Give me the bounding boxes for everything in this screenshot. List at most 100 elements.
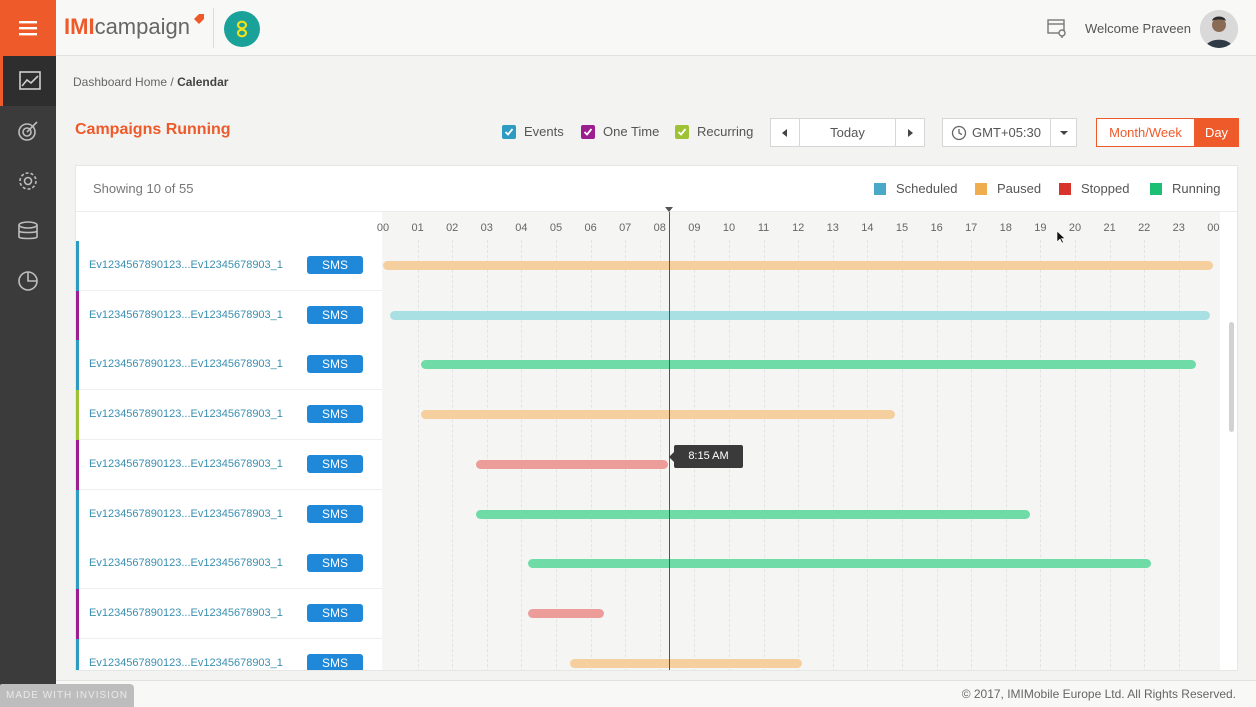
hour-label: 00: [376, 222, 390, 234]
view-toggle: Month/Week Day: [1096, 118, 1239, 147]
hour-label: 11: [757, 222, 770, 234]
notifications-icon[interactable]: [1046, 17, 1068, 39]
hour-gridline: [902, 240, 903, 670]
hour-gridline: [1144, 240, 1146, 670]
campaign-bar-stopped[interactable]: [528, 608, 605, 618]
breadcrumb-current: Calendar: [177, 75, 229, 89]
chevron-down-icon: [1059, 130, 1068, 135]
hour-label: 00: [1207, 222, 1220, 234]
hour-label: 08: [653, 222, 666, 234]
sidebar-item-settings[interactable]: [0, 156, 56, 206]
day-view-button[interactable]: Day: [1194, 118, 1239, 147]
ee-logo-icon: [232, 19, 252, 39]
today-button[interactable]: Today: [799, 119, 896, 146]
hour-gridline: [417, 240, 419, 670]
month-week-view-button[interactable]: Month/Week: [1096, 118, 1194, 147]
filter-one-time[interactable]: One Time: [581, 124, 659, 139]
hour-gridline: [590, 240, 592, 670]
sidebar-item-reports[interactable]: [0, 256, 56, 306]
current-time-line: [669, 212, 670, 670]
row-type-accent: [76, 638, 79, 670]
ee-brand-logo: [224, 11, 260, 47]
filter-events[interactable]: Events: [502, 124, 564, 139]
sidebar-item-dashboard[interactable]: [0, 56, 56, 106]
campaign-bar-paused[interactable]: [569, 658, 802, 668]
avatar-icon: [1200, 10, 1238, 48]
database-icon: [18, 221, 38, 240]
imicampaign-logo[interactable]: IMIcampaign: [64, 14, 190, 40]
hour-label: 01: [411, 222, 424, 234]
campaign-row[interactable]: Ev1234567890123...Ev12345678903_1 SMS: [76, 290, 382, 341]
hour-gridline: [521, 240, 523, 670]
campaign-bar-stopped[interactable]: [476, 459, 669, 469]
hamburger-icon: [19, 21, 37, 36]
filter-recurring[interactable]: Recurring: [675, 124, 753, 139]
hour-label: 04: [515, 222, 528, 234]
hour-gridline: [936, 240, 938, 670]
campaign-name-link[interactable]: Ev1234567890123...Ev12345678903_1: [89, 657, 283, 669]
hour-gridline: [486, 240, 488, 670]
channel-badge: SMS: [307, 653, 363, 670]
campaign-name-link[interactable]: Ev1234567890123...Ev12345678903_1: [89, 508, 283, 520]
target-icon: [18, 121, 38, 141]
footer: © 2017, IMIMobile Europe Ltd. All Rights…: [56, 680, 1256, 707]
timezone-dropdown-button[interactable]: [1050, 119, 1076, 146]
campaign-bar-scheduled[interactable]: [389, 310, 1210, 320]
sidebar-item-campaigns[interactable]: [0, 106, 56, 156]
campaign-bar-paused[interactable]: [383, 261, 1214, 270]
campaign-row[interactable]: Ev1234567890123...Ev12345678903_1 SMS: [76, 638, 382, 670]
prev-day-button[interactable]: [771, 119, 799, 146]
recurring-checkbox[interactable]: [675, 124, 689, 139]
timezone-select[interactable]: GMT+05:30: [942, 118, 1077, 147]
campaign-name-link[interactable]: Ev1234567890123...Ev12345678903_1: [89, 557, 283, 569]
recurring-label: Recurring: [697, 124, 754, 139]
campaign-bar-paused[interactable]: [421, 410, 896, 420]
legend-label-stopped: Stopped: [1081, 181, 1130, 196]
next-day-button[interactable]: [896, 119, 924, 146]
hamburger-menu-button[interactable]: [0, 0, 56, 56]
events-checkbox[interactable]: [502, 124, 516, 139]
campaign-row[interactable]: Ev1234567890123...Ev12345678903_1 SMS: [76, 241, 382, 291]
hour-gridline: [452, 240, 454, 670]
clock-icon: [951, 125, 967, 140]
campaign-row[interactable]: Ev1234567890123...Ev12345678903_1 SMS: [76, 340, 382, 391]
hour-gridline: [659, 240, 661, 670]
campaign-row[interactable]: Ev1234567890123...Ev12345678903_1 SMS: [76, 489, 382, 540]
made-with-invision-badge[interactable]: MADE WITH INVISION: [0, 684, 134, 707]
breadcrumb-home-link[interactable]: Dashboard Home: [73, 75, 167, 89]
check-icon: [504, 127, 514, 136]
campaign-row[interactable]: Ev1234567890123...Ev12345678903_1 SMS: [76, 588, 382, 639]
campaign-name-link[interactable]: Ev1234567890123...Ev12345678903_1: [89, 259, 283, 271]
pie-chart-icon: [18, 271, 38, 291]
campaign-name-link[interactable]: Ev1234567890123...Ev12345678903_1: [89, 458, 283, 470]
hour-label: 10: [722, 222, 736, 234]
channel-badge: SMS: [307, 355, 363, 374]
user-avatar[interactable]: [1200, 10, 1238, 48]
campaign-row[interactable]: Ev1234567890123...Ev12345678903_1 SMS: [76, 539, 382, 590]
legend-swatch-paused: [975, 182, 987, 195]
legend-swatch-stopped: [1059, 182, 1071, 195]
date-navigator: Today: [770, 118, 925, 147]
legend-swatch-scheduled: [874, 182, 886, 195]
campaign-name-link[interactable]: Ev1234567890123...Ev12345678903_1: [89, 408, 283, 420]
campaign-bar-running[interactable]: [528, 559, 1152, 569]
campaign-name-link[interactable]: Ev1234567890123...Ev12345678903_1: [89, 309, 283, 321]
hour-label: 05: [549, 222, 563, 234]
hour-label: 06: [584, 222, 597, 234]
vertical-scrollbar[interactable]: [1229, 322, 1234, 432]
campaign-name-link[interactable]: Ev1234567890123...Ev12345678903_1: [89, 358, 283, 370]
campaign-name-link[interactable]: Ev1234567890123...Ev12345678903_1: [89, 607, 283, 619]
row-type-accent: [76, 588, 79, 639]
sidebar-item-database[interactable]: [0, 206, 56, 256]
timeline-area: [382, 212, 1220, 670]
campaign-row[interactable]: Ev1234567890123...Ev12345678903_1 SMS: [76, 390, 382, 441]
breadcrumb-separator: /: [167, 75, 178, 89]
gear-icon: [19, 172, 37, 190]
caret-right-icon: [908, 128, 913, 137]
campaign-bar-running[interactable]: [421, 360, 1197, 370]
hour-label: 14: [861, 222, 874, 234]
campaign-bar-running[interactable]: [476, 509, 1030, 519]
one-time-checkbox[interactable]: [581, 124, 595, 139]
hour-label: 03: [480, 222, 493, 234]
campaign-row[interactable]: Ev1234567890123...Ev12345678903_1 SMS: [76, 439, 382, 490]
